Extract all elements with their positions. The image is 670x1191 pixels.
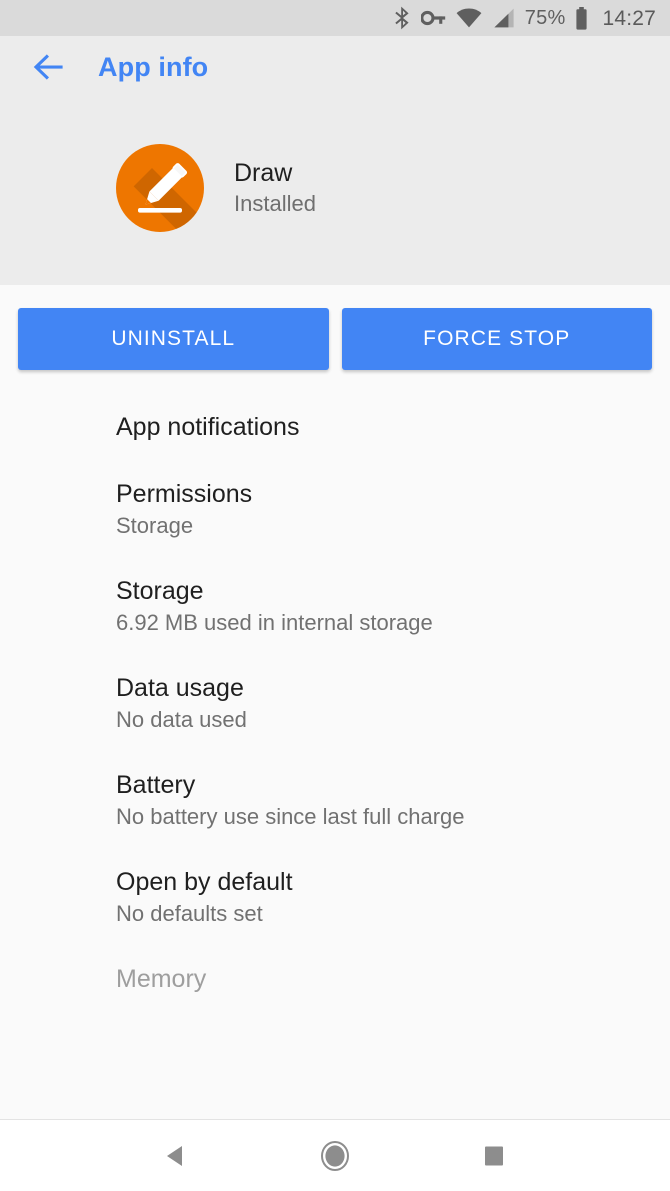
draw-pencil-icon — [116, 144, 204, 232]
back-arrow-icon[interactable] — [28, 45, 72, 89]
status-bar-clock: 14:27 — [602, 6, 656, 30]
list-item-title: App notifications — [116, 413, 300, 441]
navigation-bar — [0, 1120, 670, 1191]
list-item-data-usage[interactable]: Data usage No data used — [0, 655, 670, 752]
list-item-subtitle: No data used — [116, 707, 247, 732]
nav-back-icon[interactable] — [146, 1126, 206, 1186]
list-bottom-divider — [0, 1119, 670, 1120]
vpn-key-icon — [420, 10, 446, 26]
wifi-icon — [456, 8, 482, 28]
list-item-battery[interactable]: Battery No battery use since last full c… — [0, 752, 670, 849]
app-meta: Draw Installed — [234, 158, 316, 217]
page-title: App info — [98, 51, 209, 82]
nav-home-icon[interactable] — [305, 1126, 365, 1186]
list-item-title: Battery — [116, 770, 196, 799]
list-item-storage[interactable]: Storage 6.92 MB used in internal storage — [0, 558, 670, 655]
app-name: Draw — [234, 158, 293, 187]
status-bar: 75% 14:27 — [0, 0, 670, 36]
app-install-status: Installed — [234, 191, 316, 217]
battery-percent-label: 75% — [524, 7, 566, 29]
uninstall-button[interactable]: UNINSTALL — [18, 308, 329, 370]
list-item-title: Open by default — [116, 867, 293, 896]
list-item-subtitle: 6.92 MB used in internal storage — [116, 610, 433, 635]
list-item-subtitle: Storage — [116, 513, 194, 538]
force-stop-button[interactable]: FORCE STOP — [341, 308, 652, 370]
list-item-app-notifications[interactable]: App notifications — [0, 394, 670, 461]
app-icon-wrapper — [116, 144, 204, 232]
list-item-memory[interactable]: Memory — [0, 946, 670, 1013]
bluetooth-icon — [394, 6, 411, 30]
settings-list[interactable]: App notifications Permissions Storage St… — [0, 370, 670, 1120]
app-identity-row: Draw Installed — [0, 98, 670, 232]
action-buttons: UNINSTALL FORCE STOP — [0, 285, 670, 370]
app-info-screen: 75% 14:27 App info Draw Installed UNINST… — [0, 0, 670, 1191]
list-item-permissions[interactable]: Permissions Storage — [0, 461, 670, 558]
list-item-title: Permissions — [116, 479, 253, 508]
cell-signal-icon — [492, 8, 515, 28]
nav-recents-icon[interactable] — [464, 1126, 524, 1186]
list-item-subtitle: No battery use since last full charge — [116, 804, 465, 829]
list-item-subtitle: No defaults set — [116, 901, 263, 926]
list-item-title: Storage — [116, 576, 204, 605]
list-item-open-by-default[interactable]: Open by default No defaults set — [0, 849, 670, 946]
list-item-title: Memory — [116, 964, 207, 993]
app-bar: App info — [0, 36, 670, 98]
battery-icon — [575, 6, 588, 30]
header-zone: App info Draw Installed — [0, 36, 670, 285]
list-item-title: Data usage — [116, 673, 244, 702]
